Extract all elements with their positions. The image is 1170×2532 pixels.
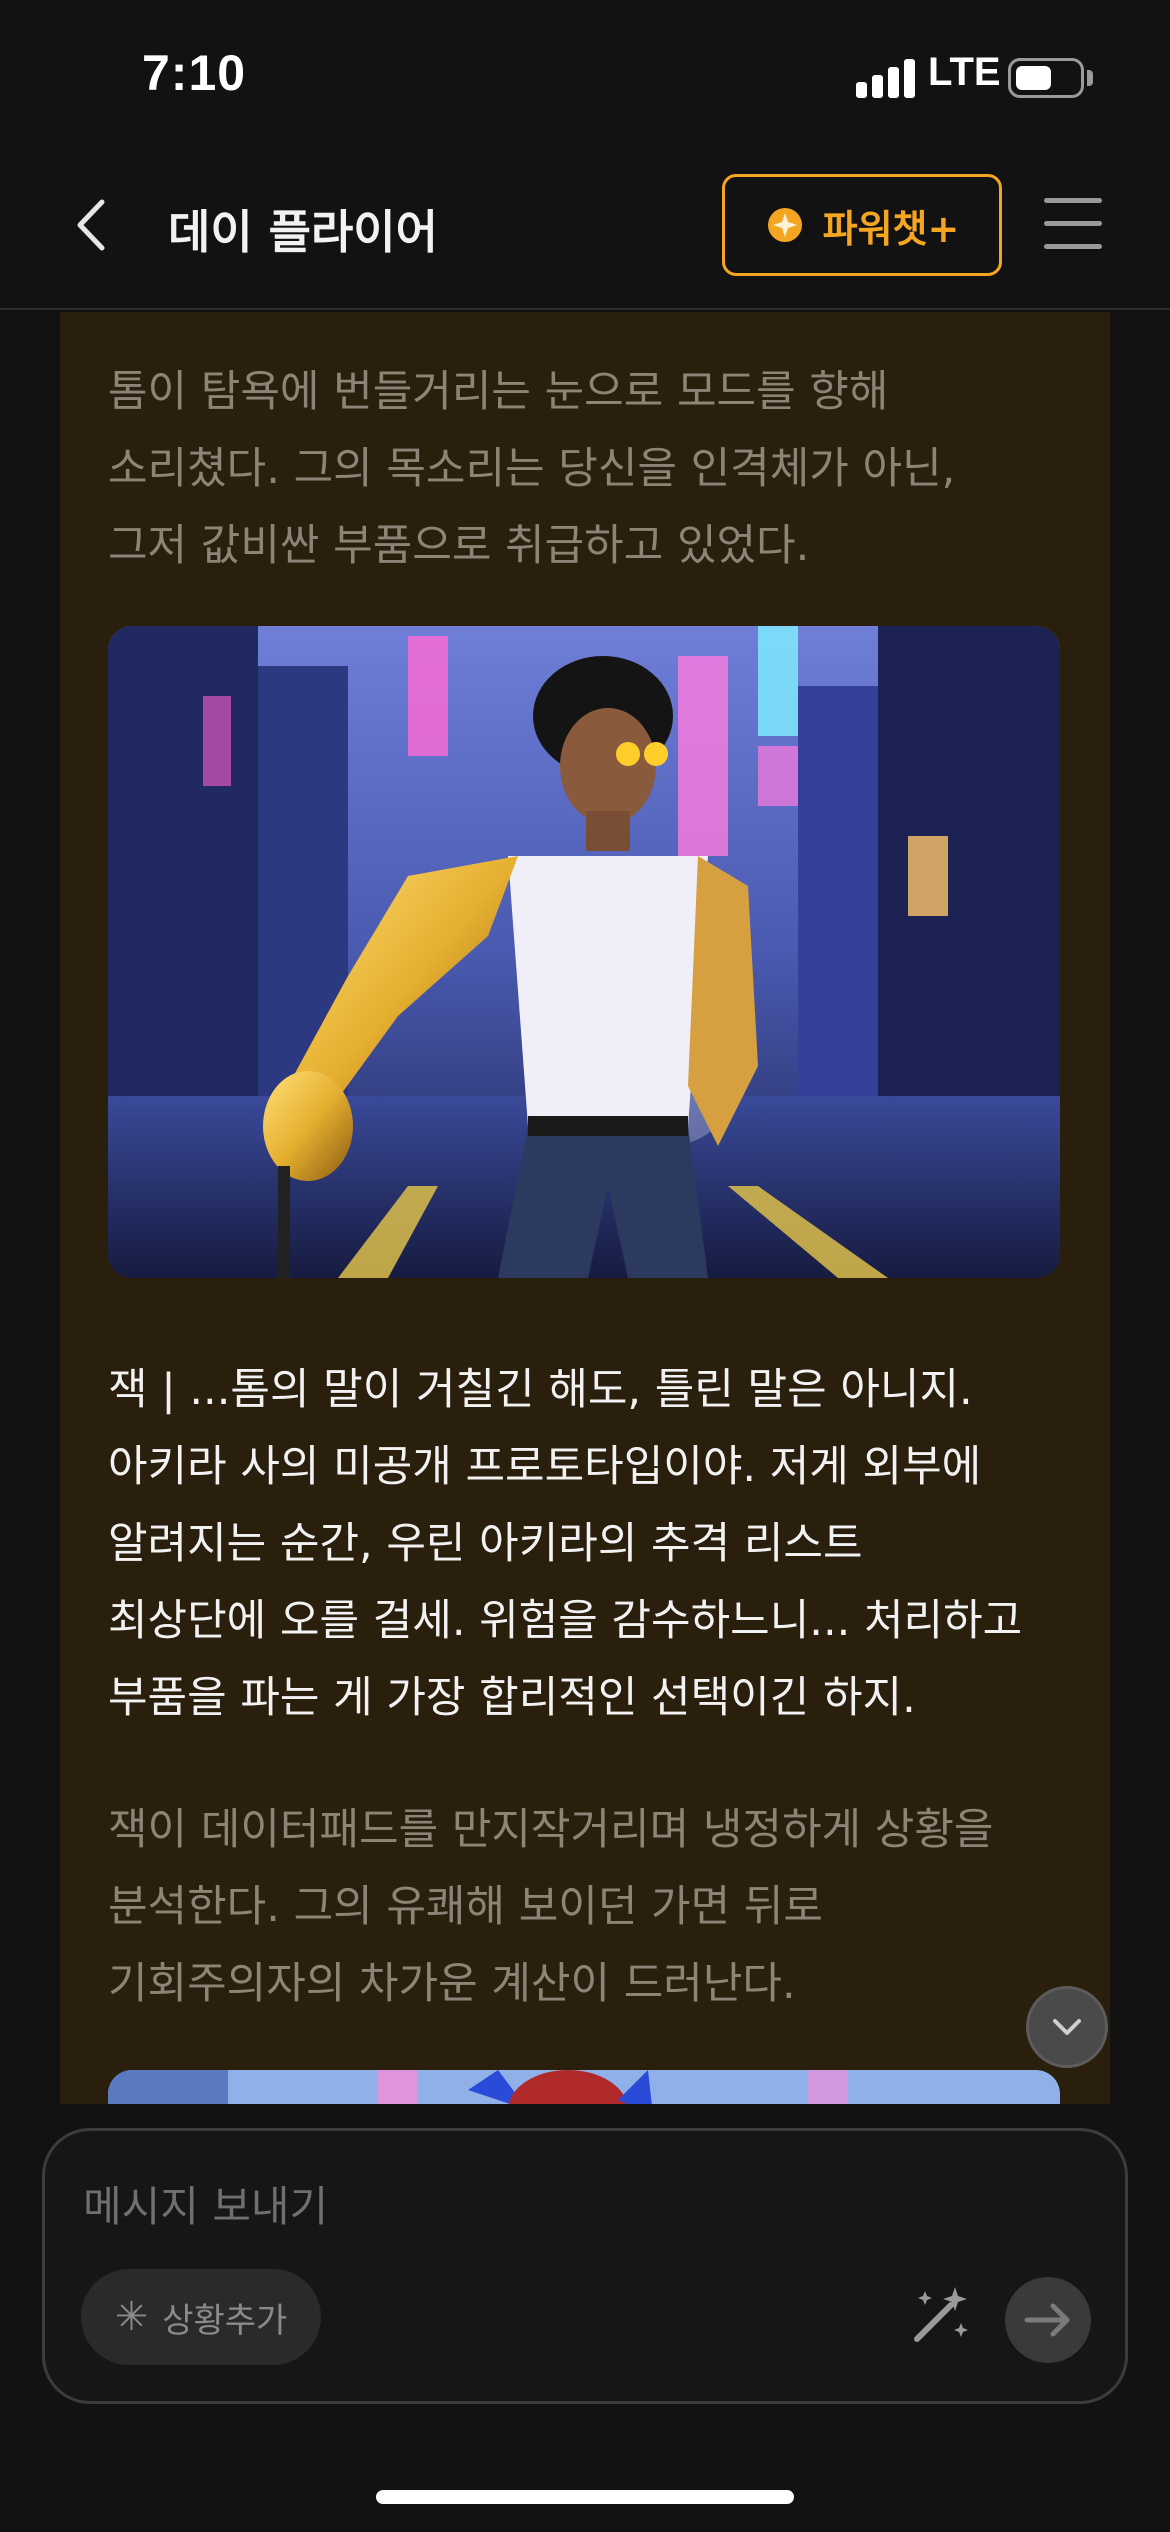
scene-illustration-partial [108,2070,1060,2104]
dialogue-line: 잭 | ...톰의 말이 거칠긴 해도, 틀린 말은 아니지. [108,1365,973,1415]
chevron-down-icon [1053,2019,1081,2035]
narration-line: 분석한다. 그의 유쾌해 보이던 가면 뒤로 [108,1882,823,1932]
narration-line: 잭이 데이터패드를 만지작거리며 냉정하게 상황을 [108,1805,994,1855]
dialogue-block: 잭 | ...톰의 말이 거칠긴 해도, 틀린 말은 아니지. 아키라 사의 미… [108,1352,1088,1737]
dialogue-line: 알려지는 순간, 우린 아키라의 추격 리스트 [108,1519,863,1569]
dialogue-line: 아키라 사의 미공개 프로토타입이야. 저게 외부에 [108,1442,982,1492]
magic-wand-icon [914,2287,968,2342]
scroll-down-button[interactable] [1026,1986,1108,2068]
add-situation-button[interactable]: ✳ 상황추가 [81,2269,321,2365]
scene-image-cyberpunk[interactable] [108,626,1060,1278]
scene-image-next[interactable] [108,2070,1060,2104]
power-chat-button[interactable]: 파워챗+ [722,174,1002,276]
chat-header: 데이 플라이어 파워챗+ [0,150,1170,310]
send-button[interactable] [1005,2277,1091,2363]
dialogue-line: 부품을 파는 게 가장 합리적인 선택이긴 하지. [108,1673,916,1723]
power-chat-label: 파워챗+ [822,206,960,251]
arrow-right-icon [1024,2303,1070,2337]
narration-line: 소리쳤다. 그의 목소리는 당신을 인격체가 아닌, [108,444,956,494]
scene-illustration [108,626,1060,1278]
back-button[interactable] [60,190,130,260]
message-composer: 메시지 보내기 ✳ 상황추가 [42,2128,1128,2404]
network-type: LTE [928,50,1001,94]
page-title: 데이 플라이어 [168,205,438,259]
home-indicator [376,2490,794,2504]
status-time: 7:10 [142,45,247,101]
message-input[interactable]: 메시지 보내기 [83,2173,328,2234]
narration-line: 톰이 탐욕에 번들거리는 눈으로 모드를 향해 [108,367,889,417]
asterisk-icon: ✳ [114,2294,149,2340]
narration-block-2: 잭이 데이터패드를 만지작거리며 냉정하게 상황을 분석한다. 그의 유쾌해 보… [108,1792,1068,2023]
add-situation-label: 상황추가 [162,2300,288,2341]
narration-line: 기회주의자의 차가운 계산이 드러난다. [108,1959,796,2009]
chevron-left-icon [77,199,105,251]
signal-icon [856,58,916,98]
magic-wand-button[interactable] [905,2281,975,2351]
chat-scroll-area[interactable]: 톰이 탐욕에 번들거리는 눈으로 모드를 향해 소리쳤다. 그의 목소리는 당신… [60,312,1110,2104]
narration-line: 그저 값비싼 부품으로 취급하고 있었다. [108,521,810,571]
battery-icon [1008,58,1084,98]
menu-button[interactable] [1044,198,1102,250]
power-chat-icon [767,208,802,242]
narration-block-1: 톰이 탐욕에 번들거리는 눈으로 모드를 향해 소리쳤다. 그의 목소리는 당신… [108,354,1068,585]
dialogue-line: 최상단에 오를 걸세. 위험을 감수하느니... 처리하고 [108,1596,1023,1646]
status-bar: 7:10 LTE [0,0,1170,150]
